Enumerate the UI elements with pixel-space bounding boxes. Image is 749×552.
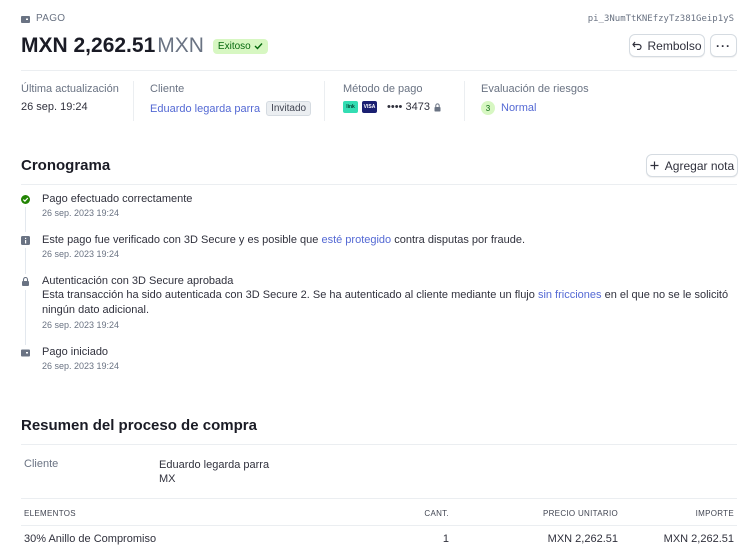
- customer-info: Cliente Eduardo legarda parra Invitado: [150, 83, 312, 116]
- summary-customer-label: Cliente: [24, 458, 59, 470]
- card-last4: •••• 3473: [387, 101, 430, 113]
- guest-badge: Invitado: [266, 101, 312, 116]
- risk-evaluation: Evaluación de riesgos 3 Normal: [481, 83, 589, 115]
- payment-amount: MXN 2,262.51: [21, 34, 156, 57]
- timeline-title: Cronograma: [21, 157, 111, 174]
- payment-section-label: PAGO: [21, 13, 65, 24]
- undo-icon: [632, 41, 643, 50]
- refund-button[interactable]: Rembolso: [629, 34, 705, 57]
- protected-link[interactable]: esté protegido: [321, 234, 391, 246]
- status-badge: Exitoso: [212, 38, 268, 54]
- divider: [21, 70, 737, 71]
- payment-currency: MXN: [157, 34, 204, 57]
- wallet-icon: [21, 349, 30, 357]
- lock-icon: [22, 277, 29, 286]
- payment-method: Método de pago link VISA •••• 3473: [343, 83, 441, 113]
- customer-link[interactable]: Eduardo legarda parra: [150, 103, 260, 115]
- divider: [464, 81, 465, 121]
- column-header-unit-price: PRECIO UNITARIO: [542, 509, 618, 518]
- column-header-qty: CANT.: [424, 509, 449, 518]
- line-item-qty: 1: [442, 533, 449, 545]
- visa-card-icon: VISA: [362, 101, 377, 113]
- line-item-amount: MXN 2,262.51: [663, 533, 734, 545]
- add-note-button[interactable]: Agregar nota: [646, 154, 738, 177]
- timeline-event: Este pago fue verificado con 3D Secure y…: [21, 233, 736, 259]
- line-item-name: 30% Anillo de Compromiso: [24, 533, 157, 545]
- check-circle-icon: [21, 195, 30, 204]
- info-icon: [21, 236, 30, 245]
- last-updated: Última actualización 26 sep. 19:24: [21, 83, 119, 113]
- wallet-icon: [21, 15, 30, 23]
- divider: [21, 444, 737, 445]
- divider: [21, 184, 737, 185]
- link-card-icon: link: [343, 101, 358, 113]
- plus-icon: [650, 161, 659, 170]
- timeline-event: Pago iniciado 26 sep. 2023 19:24: [21, 345, 736, 371]
- more-actions-button[interactable]: ···: [710, 34, 737, 57]
- summary-title: Resumen del proceso de compra: [21, 417, 257, 434]
- column-header-amount: IMPORTE: [695, 509, 734, 518]
- divider: [324, 81, 325, 121]
- risk-level-link[interactable]: Normal: [501, 102, 536, 114]
- frictionless-link[interactable]: sin fricciones: [538, 289, 602, 301]
- divider: [21, 498, 737, 499]
- payment-id[interactable]: pi_3NumTtKNEfzyTz381Geip1yS: [588, 14, 734, 24]
- column-header-items: ELEMENTOS: [24, 509, 76, 518]
- divider: [21, 525, 737, 526]
- timeline-event: Autenticación con 3D Secure aprobada Est…: [21, 274, 736, 330]
- amount-row: MXN 2,262.51 MXN Exitoso: [21, 34, 268, 58]
- summary-customer-info: Eduardo legarda parra MX: [159, 459, 270, 485]
- line-item-unit-price: MXN 2,262.51: [547, 533, 618, 545]
- divider: [133, 81, 134, 121]
- check-icon: [254, 43, 263, 50]
- lock-icon: [434, 102, 441, 111]
- risk-score-badge: 3: [481, 101, 495, 115]
- timeline-event: Pago efectuado correctamente 26 sep. 202…: [21, 192, 736, 218]
